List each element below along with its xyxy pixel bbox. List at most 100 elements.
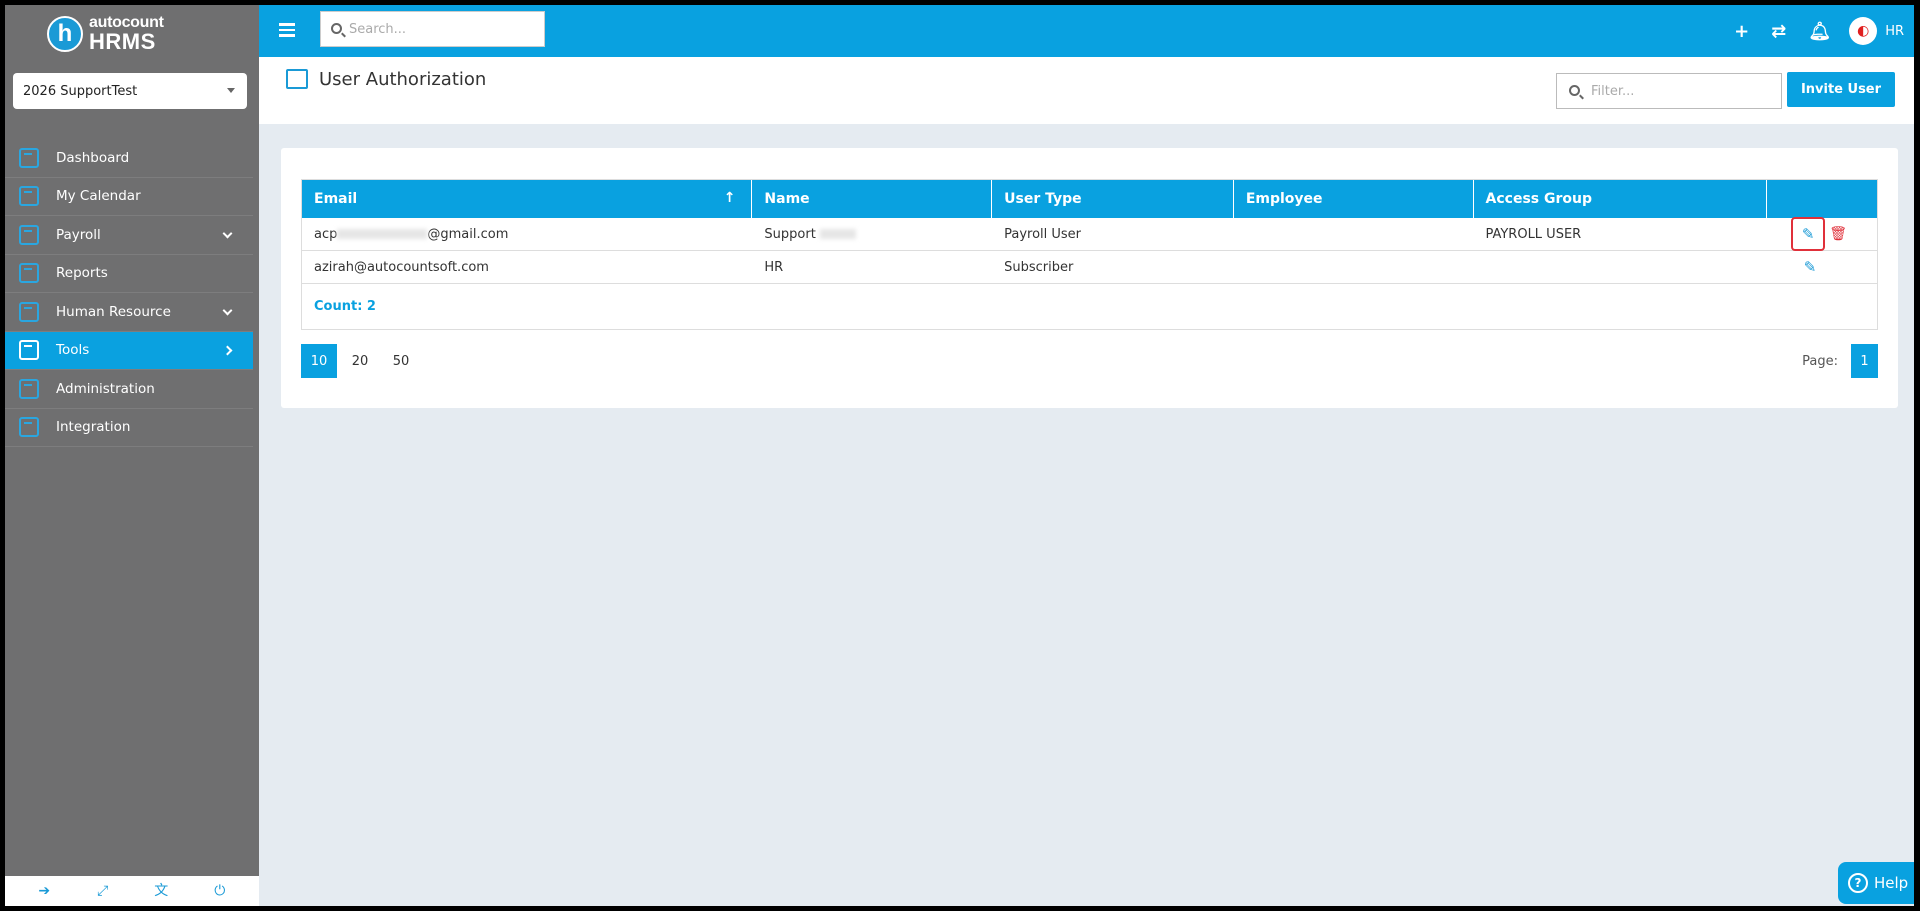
administration-icon [19, 378, 39, 399]
column-header-user-type[interactable]: User Type [992, 180, 1234, 218]
invite-user-button[interactable]: Invite User [1787, 72, 1895, 107]
sidebar-item-human-resource[interactable]: Human Resource [5, 293, 253, 332]
company-select[interactable]: 2026 SupportTest [13, 73, 247, 109]
cell-employee [1234, 251, 1474, 283]
column-header-email[interactable]: Email ↑ [302, 180, 753, 218]
sidebar-item-label: Integration [56, 419, 131, 436]
cell-user-type: Subscriber [1004, 259, 1074, 275]
sidebar-item-label: Reports [56, 265, 108, 282]
cell-access-group [1473, 251, 1767, 283]
global-search-input[interactable]: Search... [320, 11, 545, 47]
column-header-name[interactable]: Name [752, 180, 993, 218]
trash-icon[interactable]: 🗑︎ [1829, 226, 1847, 242]
refresh-icon[interactable]: ⇄ [1771, 21, 1786, 42]
app-frame: h autocount HRMS 2026 SupportTest Dashbo… [5, 5, 1914, 906]
table-header: Email ↑ Name User Type Employee Access G… [302, 180, 1877, 218]
sidebar-item-dashboard[interactable]: Dashboard [5, 139, 253, 178]
cell-email: azirah@autocountsoft.com [314, 259, 489, 275]
human-resource-icon [19, 301, 39, 322]
calendar-icon [19, 186, 39, 207]
page-label: Page: [1802, 353, 1838, 369]
sidebar-item-my-calendar[interactable]: My Calendar [5, 178, 253, 216]
users-table: Email ↑ Name User Type Employee Access G… [301, 179, 1878, 330]
logo-mark: h [47, 16, 83, 52]
company-select-value: 2026 SupportTest [23, 83, 138, 99]
cell-actions: ✎ 🗑︎ [1767, 217, 1877, 251]
cell-access-group: PAYROLL USER [1485, 226, 1582, 242]
edit-button[interactable]: ✎ [1791, 217, 1826, 251]
sidebar-item-label: Dashboard [56, 149, 130, 166]
column-header-actions [1767, 180, 1877, 218]
sign-out-icon[interactable]: ➔ [36, 884, 52, 898]
tools-icon [19, 340, 39, 361]
sidebar-nav: Dashboard My Calendar Payroll Reports Hu… [5, 139, 253, 447]
chevron-right-icon [222, 345, 233, 355]
app-logo[interactable]: h autocount HRMS [47, 11, 164, 57]
sidebar-item-administration[interactable]: Administration [5, 370, 253, 409]
chevron-down-icon [227, 88, 235, 93]
bell-icon[interactable]: 🔔︎ [1808, 21, 1831, 42]
topbar-actions: + ⇄ 🔔︎ ◐ HR [1712, 5, 1904, 57]
language-icon[interactable]: 文 [153, 884, 169, 898]
cell-email: acp @gmail.com [314, 226, 509, 242]
sidebar: h autocount HRMS 2026 SupportTest Dashbo… [5, 5, 259, 906]
column-header-employee[interactable]: Employee [1234, 180, 1474, 218]
pager: 10 20 50 Page: 1 [301, 344, 1878, 378]
integration-icon [19, 417, 39, 438]
sidebar-item-label: My Calendar [56, 188, 141, 205]
chevron-down-icon [222, 228, 233, 239]
search-icon [1569, 85, 1580, 96]
sidebar-item-label: Tools [56, 342, 90, 359]
page-header: User Authorization Filter... Invite User [259, 57, 1914, 124]
table-row[interactable]: azirah@autocountsoft.com HR Subscriber ✎ [302, 251, 1877, 284]
sidebar-item-reports[interactable]: Reports [5, 255, 253, 293]
cell-employee [1234, 218, 1474, 250]
filter-input[interactable]: Filter... [1556, 73, 1782, 109]
filter-placeholder: Filter... [1591, 83, 1635, 99]
sidebar-item-payroll[interactable]: Payroll [5, 216, 253, 255]
page-title: User Authorization [319, 69, 487, 90]
edit-button[interactable]: ✎ [1793, 250, 1827, 284]
pencil-icon: ✎ [1801, 225, 1815, 243]
page-size-50[interactable]: 50 [383, 344, 419, 378]
search-placeholder: Search... [349, 21, 407, 37]
page-size-20[interactable]: 20 [342, 344, 378, 378]
plus-icon[interactable]: + [1734, 21, 1749, 42]
chevron-down-icon [222, 305, 233, 316]
question-icon: ? [1848, 873, 1868, 893]
sidebar-item-label: Human Resource [56, 303, 171, 320]
row-count: Count: 2 [314, 299, 376, 314]
redacted-text [337, 229, 428, 239]
users-card: Email ↑ Name User Type Employee Access G… [281, 148, 1898, 408]
cell-name: Support [752, 218, 992, 250]
sidebar-item-tools[interactable]: Tools [5, 331, 253, 370]
sidebar-footer: ➔ ⤢ 文 ⏻ [5, 876, 259, 906]
power-icon[interactable]: ⏻ [212, 884, 228, 898]
topbar: Search... + ⇄ 🔔︎ ◐ HR [259, 5, 1914, 57]
dashboard-icon [19, 147, 39, 168]
page-size-10[interactable]: 10 [301, 344, 337, 378]
logo-line2: HRMS [89, 29, 156, 54]
sort-ascending-icon: ↑ [723, 190, 736, 206]
redacted-text [819, 229, 856, 239]
sidebar-item-label: Payroll [56, 226, 101, 243]
cell-name: HR [764, 259, 784, 275]
help-label: Help [1874, 874, 1909, 892]
pencil-icon: ✎ [1803, 258, 1817, 276]
help-button[interactable]: ? Help [1838, 862, 1914, 904]
cell-user-type: Payroll User [1004, 226, 1082, 242]
reports-icon [19, 263, 39, 284]
page-number-button[interactable]: 1 [1851, 344, 1878, 378]
column-header-access-group[interactable]: Access Group [1474, 180, 1768, 218]
sidebar-item-integration[interactable]: Integration [5, 409, 253, 447]
sidebar-item-label: Administration [56, 380, 155, 397]
payroll-icon [19, 224, 39, 245]
menu-icon[interactable] [279, 23, 295, 37]
user-authorization-icon [286, 69, 308, 89]
table-row[interactable]: acp @gmail.com Support Payroll User PAYRO… [302, 217, 1877, 251]
user-menu[interactable]: HR [1885, 24, 1904, 39]
cell-actions: ✎ [1767, 251, 1877, 283]
avatar[interactable]: ◐ [1849, 17, 1878, 45]
fullscreen-icon[interactable]: ⤢ [95, 884, 111, 898]
search-icon [331, 23, 342, 34]
